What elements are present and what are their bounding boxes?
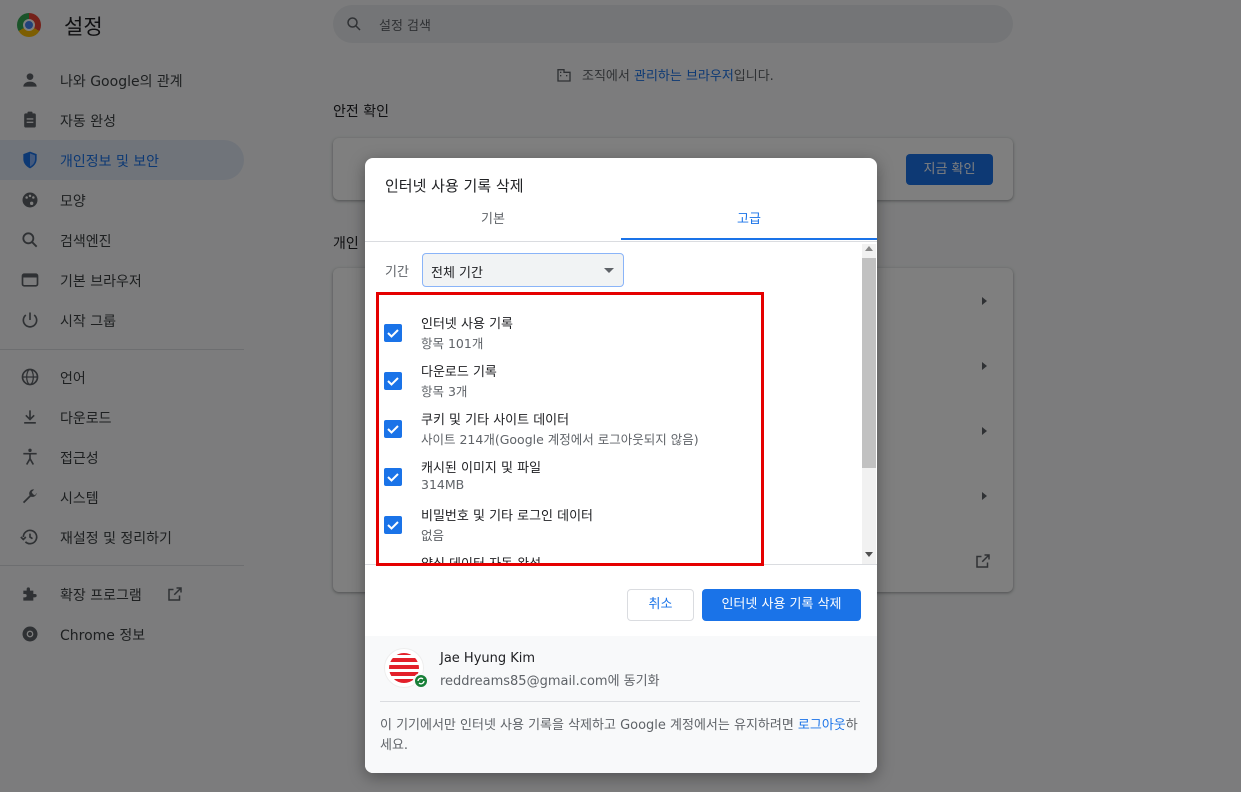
sign-out-link[interactable]: 로그아웃 — [798, 718, 846, 733]
user-name: Jae Hyung Kim — [440, 651, 536, 666]
sync-suffix: 에 동기화 — [607, 674, 660, 689]
dialog-footer: Jae Hyung Kim reddreams85@gmail.com에 동기화… — [365, 636, 877, 773]
scrollbar-thumb[interactable] — [862, 258, 876, 468]
tab-advanced[interactable]: 고급 — [621, 205, 877, 241]
sign-out-note: 이 기기에서만 인터넷 사용 기록을 삭제하고 Google 계정에서는 유지하… — [380, 716, 865, 756]
user-sync-status: reddreams85@gmail.com에 동기화 — [440, 670, 660, 689]
scroll-up-arrow-icon[interactable] — [865, 246, 873, 251]
clear-browsing-data-dialog: 인터넷 사용 기록 삭제 기본 고급 기간 전체 기간 인터넷 사용 기록 항목… — [365, 158, 877, 773]
scroll-down-arrow-icon[interactable] — [865, 552, 873, 557]
tab-divider — [365, 241, 877, 242]
cancel-button[interactable]: 취소 — [627, 589, 694, 621]
time-range-value: 전체 기간 — [431, 266, 483, 281]
time-range-select[interactable]: 전체 기간 — [422, 253, 624, 287]
note-prefix: 이 기기에서만 인터넷 사용 기록을 삭제하고 Google 계정에서는 유지하… — [380, 718, 798, 733]
red-highlight-box — [376, 292, 764, 566]
sync-icon — [413, 673, 429, 689]
dialog-title: 인터넷 사용 기록 삭제 — [385, 177, 524, 195]
chevron-down-icon — [604, 268, 614, 273]
time-range-label: 기간 — [385, 265, 409, 280]
clear-data-button[interactable]: 인터넷 사용 기록 삭제 — [702, 589, 861, 621]
active-tab-indicator — [621, 238, 877, 240]
tab-basic[interactable]: 기본 — [365, 205, 621, 241]
footer-divider — [380, 701, 860, 702]
user-email: reddreams85@gmail.com — [440, 674, 608, 689]
